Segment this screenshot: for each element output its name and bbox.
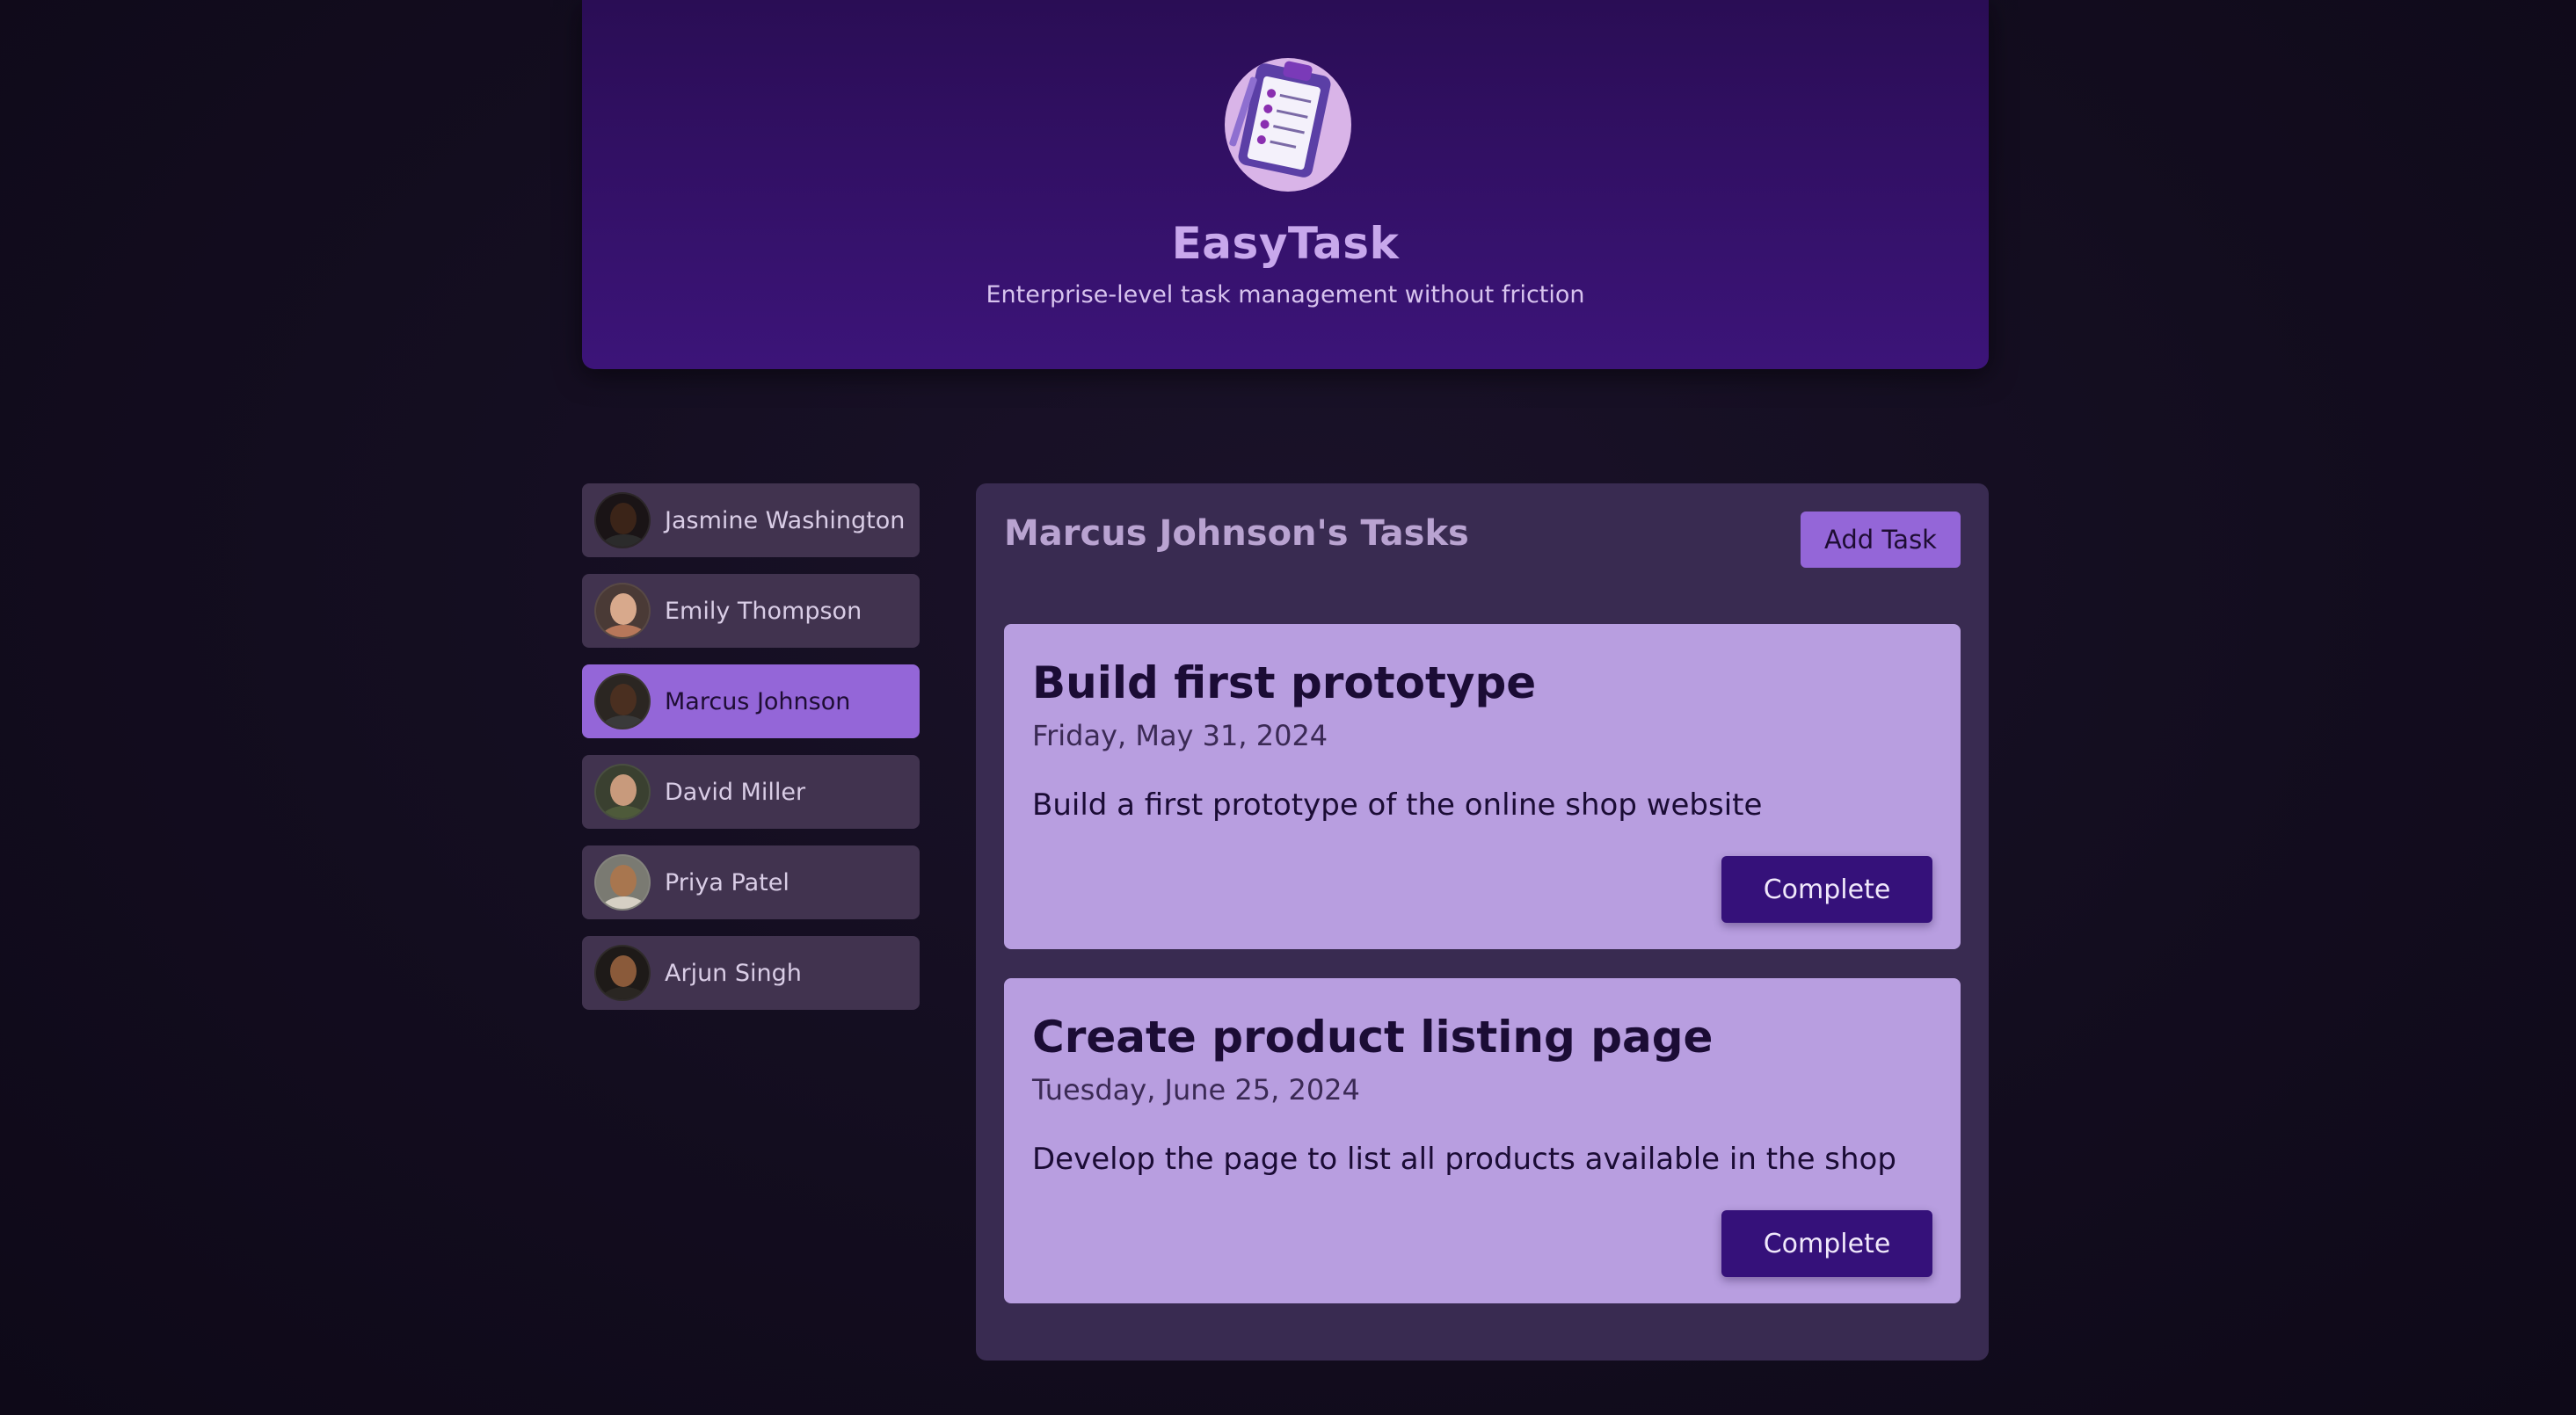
task-card: Create product listing page Tuesday, Jun… [1004,978,1961,1303]
user-name: Marcus Johnson [665,687,851,715]
task-description: Develop the page to list all products av… [1032,1142,1896,1177]
task-card: Build first prototype Friday, May 31, 20… [1004,624,1961,949]
avatar [594,854,651,911]
complete-button[interactable]: Complete [1721,1210,1932,1277]
task-date: Tuesday, June 25, 2024 [1032,1073,1360,1107]
user-name: Jasmine Washington [665,506,906,534]
add-task-button[interactable]: Add Task [1801,512,1961,568]
tasks-title: Marcus Johnson's Tasks [1004,513,1469,554]
app-subtitle: Enterprise-level task management without… [986,281,1585,308]
task-description: Build a first prototype of the online sh… [1032,787,1763,823]
user-name: Arjun Singh [665,959,802,987]
user-list: Jasmine Washington Emily Thompson Marcus… [582,483,920,1027]
user-name: Priya Patel [665,868,790,896]
complete-button[interactable]: Complete [1721,856,1932,923]
user-item-emily-thompson[interactable]: Emily Thompson [582,574,920,648]
avatar [594,673,651,729]
user-item-david-miller[interactable]: David Miller [582,755,920,829]
avatar [594,945,651,1001]
app-header: EasyTask Enterprise-level task managemen… [582,0,1989,369]
app-title: EasyTask [1171,218,1400,269]
task-title: Build first prototype [1032,657,1537,708]
user-item-marcus-johnson[interactable]: Marcus Johnson [582,664,920,738]
task-title: Create product listing page [1032,1012,1714,1063]
avatar [594,492,651,548]
clipboard-checklist-icon [1225,58,1351,192]
user-item-priya-patel[interactable]: Priya Patel [582,845,920,919]
avatar [594,583,651,639]
user-item-arjun-singh[interactable]: Arjun Singh [582,936,920,1010]
user-name: David Miller [665,778,806,806]
user-name: Emily Thompson [665,597,862,625]
user-item-jasmine-washington[interactable]: Jasmine Washington [582,483,920,557]
avatar [594,764,651,820]
tasks-panel: Marcus Johnson's Tasks Add Task Build fi… [976,483,1989,1361]
task-date: Friday, May 31, 2024 [1032,719,1328,752]
